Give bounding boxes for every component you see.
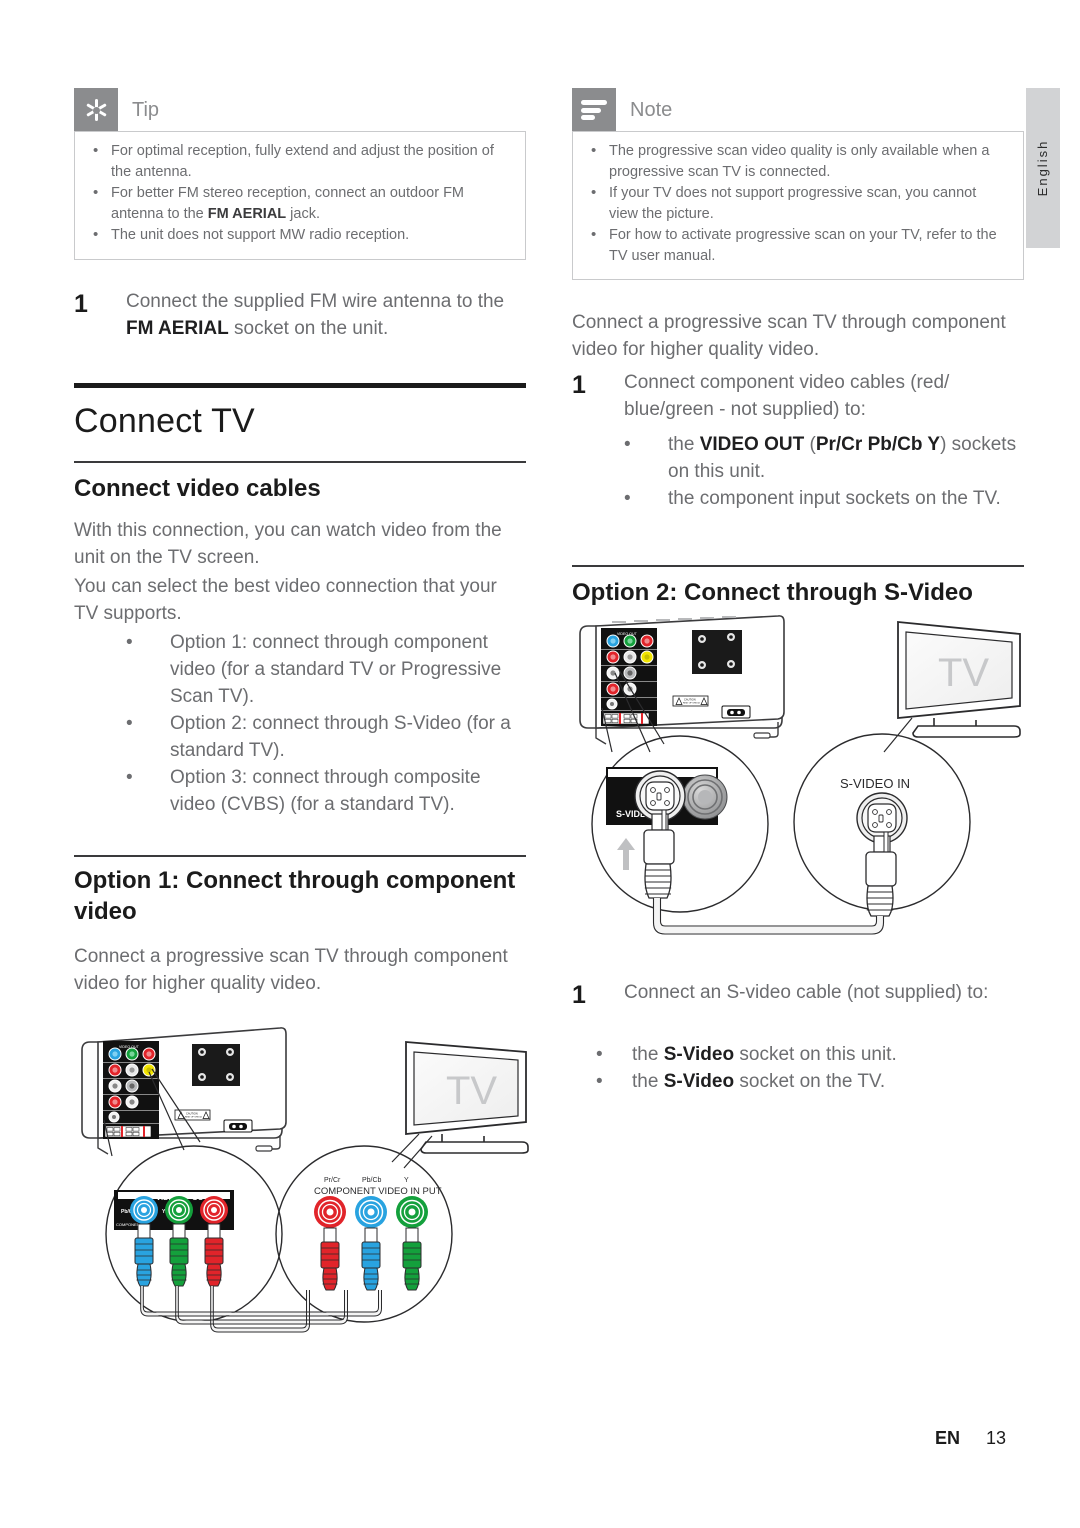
svg-text:CAUTION: CAUTION [186, 1111, 198, 1115]
divider [572, 565, 1024, 567]
svideo-step-bullets: the S-Video socket on this unit. the S-V… [572, 1042, 1024, 1096]
step-text: Connect an S-video cable (not supplied) … [624, 982, 989, 1003]
list-item: If your TV does not support progressive … [587, 182, 1009, 224]
tip-callout: Tip For optimal reception, fully extend … [74, 88, 526, 260]
list-item: the S-Video socket on this unit. [572, 1042, 1024, 1069]
step-number: 1 [572, 371, 586, 399]
option-1-intro-right: Connect a progressive scan TV through co… [572, 312, 1006, 360]
svg-text:Y: Y [404, 1177, 409, 1184]
antenna-step: 1 Connect the supplied FM wire antenna t… [74, 289, 526, 343]
divider [74, 855, 526, 857]
list-item: For how to activate progressive scan on … [587, 224, 1009, 266]
language-tab-label: English [1035, 139, 1050, 197]
step-text: Connect component video cables (red/ blu… [624, 372, 950, 420]
page-title: Connect TV [74, 402, 255, 440]
page-footer: EN 13 [0, 1428, 1006, 1449]
svg-text:RISK OF SHOCK: RISK OF SHOCK [683, 703, 701, 705]
svg-text:CAUTION: CAUTION [684, 697, 696, 701]
step-number: 1 [74, 290, 88, 318]
svg-text:Pb/Cb: Pb/Cb [362, 1177, 382, 1184]
svg-text:Pr/Cr: Pr/Cr [324, 1177, 341, 1184]
note-callout-header: Note [572, 88, 1024, 132]
svg-text:COMPONENT VIDEO IN PUT: COMPONENT VIDEO IN PUT [314, 1186, 442, 1197]
tip-callout-body: For optimal reception, fully extend and … [74, 131, 526, 260]
list-item: the S-Video socket on the TV. [572, 1069, 1024, 1096]
list-item: For better FM stereo reception, connect … [89, 182, 511, 224]
component-video-connection-diagram: VIDEO OUT CAUTION RISK OF SHOCK VIDEO OU… [74, 1022, 534, 1352]
list-item: the VIDEO OUT (Pr/Cr Pb/Cb Y) sockets on… [572, 432, 1024, 486]
note-callout: Note The progressive scan video quality … [572, 88, 1024, 281]
component-step: 1 Connect component video cables (red/ b… [572, 370, 1024, 424]
intro-paragraph-1: With this connection, you can watch vide… [74, 520, 502, 568]
tip-callout-title: Tip [132, 99, 160, 121]
video-options-list: Option 1: connect through component vide… [74, 630, 526, 819]
list-item: Option 2: connect through S-Video (for a… [74, 711, 526, 765]
language-tab: English [1026, 88, 1060, 248]
divider [74, 461, 526, 463]
list-item: the component input sockets on the TV. [572, 486, 1024, 513]
divider [74, 383, 526, 388]
list-item: The unit does not support MW radio recep… [89, 224, 511, 246]
note-callout-body: The progressive scan video quality is on… [572, 131, 1024, 281]
list-item: For optimal reception, fully extend and … [89, 140, 511, 182]
section-heading-option-2: Option 2: Connect through S-Video [572, 579, 973, 606]
section-heading-option-1: Option 1: Connect through component vide… [74, 867, 516, 925]
svg-text:RISK OF SHOCK: RISK OF SHOCK [185, 1117, 203, 1119]
manual-page: English Tip For optimal reception, fully… [0, 0, 1080, 1528]
step-text: Connect the supplied FM wire antenna to … [126, 291, 505, 339]
section-heading-video-cables: Connect video cables [74, 475, 321, 502]
list-item: Option 3: connect through composite vide… [74, 765, 526, 819]
list-item: The progressive scan video quality is on… [587, 140, 1009, 182]
note-list: The progressive scan video quality is on… [587, 140, 1009, 266]
note-callout-title: Note [630, 99, 673, 121]
intro-paragraph-2: You can select the best video connection… [74, 576, 497, 624]
tip-callout-header: Tip [74, 88, 526, 132]
svideo-step: 1 Connect an S-video cable (not supplied… [572, 980, 1024, 1011]
lines-icon [572, 88, 616, 132]
list-item: Option 1: connect through component vide… [74, 630, 526, 711]
s-video-connection-diagram: VIDEO OUT CAUTION RISK OF SHOCK S-VIDEO … [572, 612, 1032, 957]
tip-list: For optimal reception, fully extend and … [89, 140, 511, 246]
component-step-bullets: the VIDEO OUT (Pr/Cr Pb/Cb Y) sockets on… [572, 432, 1024, 513]
svg-text:TV: TV [446, 1069, 497, 1113]
footer-locale: EN [934, 1428, 960, 1448]
svg-text:TV: TV [938, 651, 989, 695]
footer-page-number: 13 [985, 1428, 1006, 1448]
svg-text:S-VIDEO IN: S-VIDEO IN [840, 776, 910, 791]
asterisk-icon [74, 88, 118, 132]
step-number: 1 [572, 981, 586, 1009]
option-1-intro: Connect a progressive scan TV through co… [74, 946, 508, 994]
